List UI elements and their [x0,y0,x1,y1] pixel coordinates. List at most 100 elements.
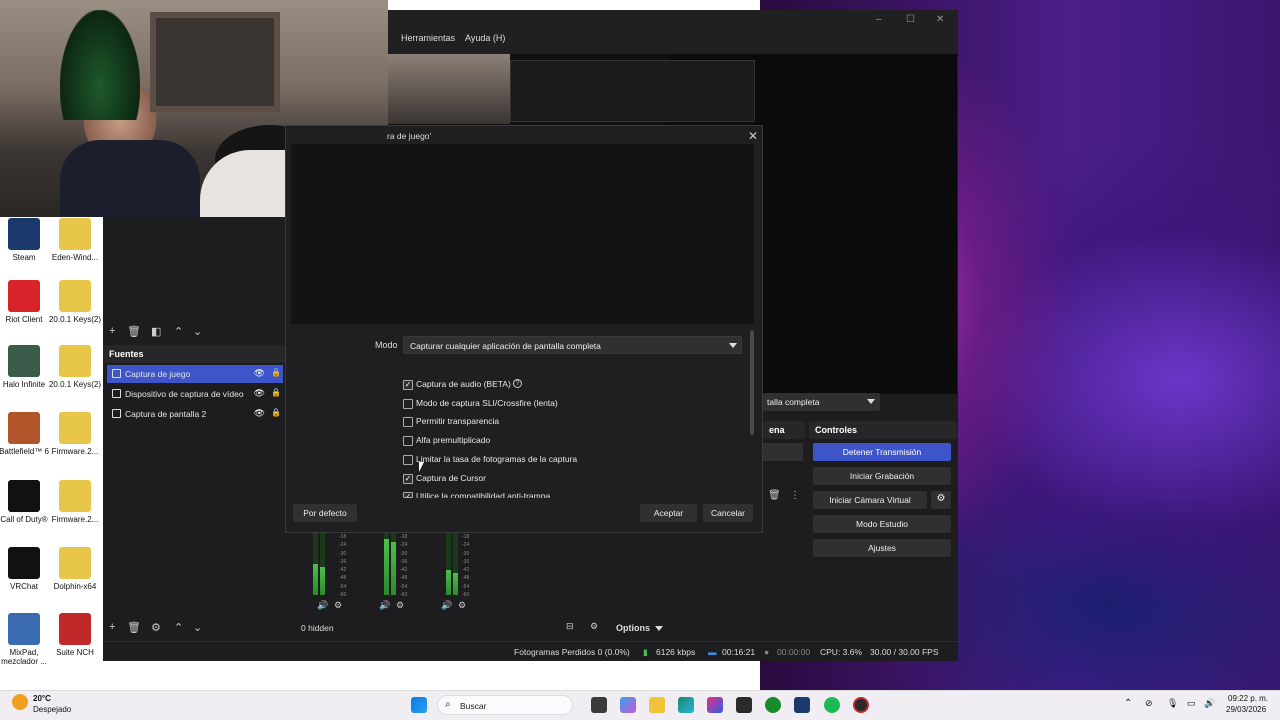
settings-button[interactable]: Ajustes [813,539,951,557]
ok-button[interactable]: Aceptar [640,504,697,522]
gear-icon[interactable]: ⚙ [931,491,951,509]
meter-1 [313,533,318,595]
chevron-up-icon[interactable]: ⌃ [1124,698,1132,709]
eye-icon[interactable]: 👁 [254,388,265,399]
steam-icon[interactable] [794,697,810,713]
monitor-icon[interactable]: ▭ [1187,698,1196,709]
up-source-icon[interactable]: ⌃ [174,621,183,634]
menu-ayuda[interactable]: Ayuda (H) [465,33,505,43]
xbox-icon[interactable] [765,697,781,713]
eye-icon[interactable]: 👁 [254,408,265,419]
mode-select[interactable]: Capturar cualquier aplicación de pantall… [403,336,742,354]
stream-time: 00:16:21 [722,647,756,657]
stop-stream-button[interactable]: Detener Transmisión [813,443,951,461]
obs-icon[interactable] [853,697,869,713]
trash-icon[interactable]: 🗑 [127,325,141,338]
help-icon[interactable]: ? [513,379,522,388]
down-source-icon[interactable]: ⌄ [193,621,202,634]
meter-scale-label: -18 [462,534,470,540]
close-icon[interactable]: ✕ [936,14,944,25]
weather-icon[interactable] [12,694,28,710]
copilot-app-icon[interactable] [707,697,723,713]
checkbox[interactable]: ✓ [403,380,413,390]
trash-source-icon[interactable]: 🗑 [127,621,141,634]
meter-scale-label: -36 [462,558,470,565]
maximize-icon[interactable]: ☐ [906,14,915,25]
meter-3 [446,533,451,595]
edge-icon[interactable] [678,697,694,713]
gear-icon[interactable]: ⚙ [396,600,404,611]
windows-start-icon[interactable] [411,697,427,713]
checkbox[interactable] [403,398,413,409]
task-view-icon[interactable] [591,697,607,713]
start-recording-button[interactable]: Iniciar Grabación [813,467,951,485]
checkbox[interactable] [403,436,413,447]
up-icon[interactable]: ⌃ [174,325,183,338]
speaker-icon[interactable]: 🔊 [441,600,452,611]
settings-mixer-icon[interactable]: ⚙ [590,621,598,632]
store-icon[interactable] [736,697,752,713]
add-source-icon[interactable]: + [109,621,115,633]
filter-icon[interactable]: ◧ [151,325,161,338]
clock-time[interactable]: 09:22 p. m. [1228,694,1268,703]
dropped-frames: Fotogramas Perdidos 0 (0.0%) [514,647,630,657]
volume-icon[interactable]: 🔊 [1204,698,1215,709]
monitor-icon [112,409,121,418]
speaker-icon[interactable]: 🔊 [317,600,328,611]
desktop-icon[interactable]: 20.0.1 Keys(2) [43,345,107,389]
lock-icon[interactable]: 🔒 [271,408,281,417]
checkbox[interactable] [403,417,413,428]
checkbox[interactable]: ✓ [403,473,413,484]
more-icon[interactable]: ⋮ [790,490,800,501]
desktop-icon[interactable]: Dolphin-x64 [43,547,107,591]
desktop-icon[interactable]: Firmware.2... [43,412,107,456]
source-row[interactable]: Dispositivo de captura de vídeo 👁 🔒 [107,385,283,403]
gear-icon[interactable]: ⚙ [458,600,466,611]
gear-source-icon[interactable]: ⚙ [151,621,161,634]
gear-icon[interactable]: ⚙ [334,600,342,611]
menu-herramientas[interactable]: Herramientas [401,33,455,43]
source-row[interactable]: Captura de juego 👁 🔒 [107,365,283,383]
lock-icon[interactable]: 🔒 [271,368,281,377]
dialog-scrollbar[interactable] [750,330,754,435]
cancel-button[interactable]: Cancelar [703,504,753,522]
defaults-button[interactable]: Por defecto [293,504,357,522]
clock-date[interactable]: 29/03/2026 [1226,705,1266,714]
lock-icon[interactable]: 🔒 [271,388,281,397]
desktop-icon[interactable]: 20.0.1 Keys(2) [43,280,107,324]
transition-duration[interactable] [763,443,803,461]
options-button[interactable]: Options [616,623,650,633]
minimize-icon[interactable]: – [876,14,882,25]
file-explorer-icon[interactable] [649,697,665,713]
virtual-cam-button[interactable]: Iniciar Cámara Virtual [813,491,927,509]
source-row[interactable]: Captura de pantalla 2 👁 🔒 [107,405,283,423]
chevron-down-icon [867,399,875,404]
checkbox-label: Captura de Cursor [416,472,486,483]
studio-mode-button[interactable]: Modo Estudio [813,515,951,533]
checkbox-label: Limitar la tasa de fotogramas de la capt… [416,453,578,464]
down-icon[interactable]: ⌄ [193,325,202,338]
weather-temp[interactable]: 20°C [33,694,51,703]
close-icon[interactable]: ✕ [748,129,758,143]
checkbox[interactable] [403,454,413,465]
eye-icon[interactable]: 👁 [254,368,265,379]
search-box[interactable]: ⌕ Buscar [437,695,573,715]
add-icon[interactable]: + [109,325,115,337]
desktop-icon[interactable]: Firmware.2... [43,480,107,524]
dialog-preview [291,144,754,324]
checkbox-label: Utilice la compatibilidad anti-trampa [416,491,551,499]
mic-icon[interactable]: 🎙 [1167,698,1178,709]
transition-select[interactable]: talla completa [763,393,880,411]
meter-3b [453,533,458,595]
speaker-icon[interactable]: 🔊 [379,600,390,611]
layout-icon[interactable]: ⊟ [566,621,574,632]
trash-scene-icon[interactable]: 🗑 [768,490,781,501]
spotify-icon[interactable] [824,697,840,713]
network-off-icon[interactable]: ⊘ [1145,698,1153,709]
desktop-icon[interactable]: Eden-Wind... [43,218,107,262]
desktop-icon-label: 20.0.1 Keys(2) [48,315,102,324]
copilot-icon[interactable] [620,697,636,713]
checkbox[interactable]: ✓ [403,492,413,499]
desktop-icon[interactable]: Suite NCH [43,613,107,657]
meter-scale-label: -18 [400,534,408,540]
